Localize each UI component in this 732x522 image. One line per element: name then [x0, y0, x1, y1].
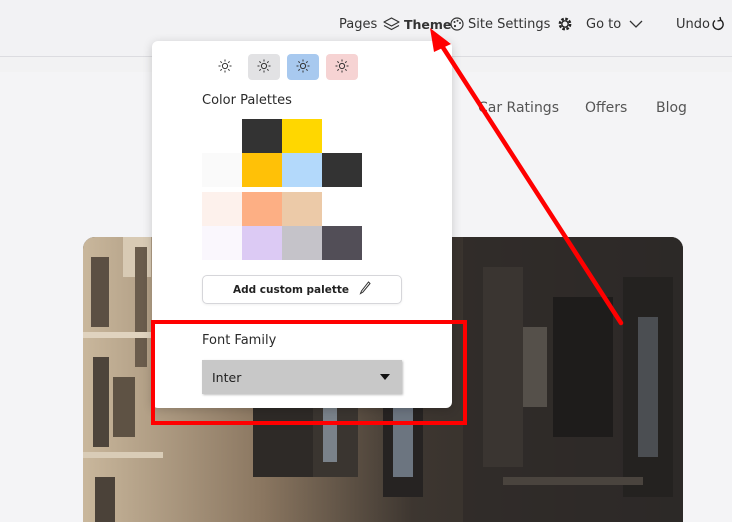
annotation-arrow	[430, 28, 624, 326]
